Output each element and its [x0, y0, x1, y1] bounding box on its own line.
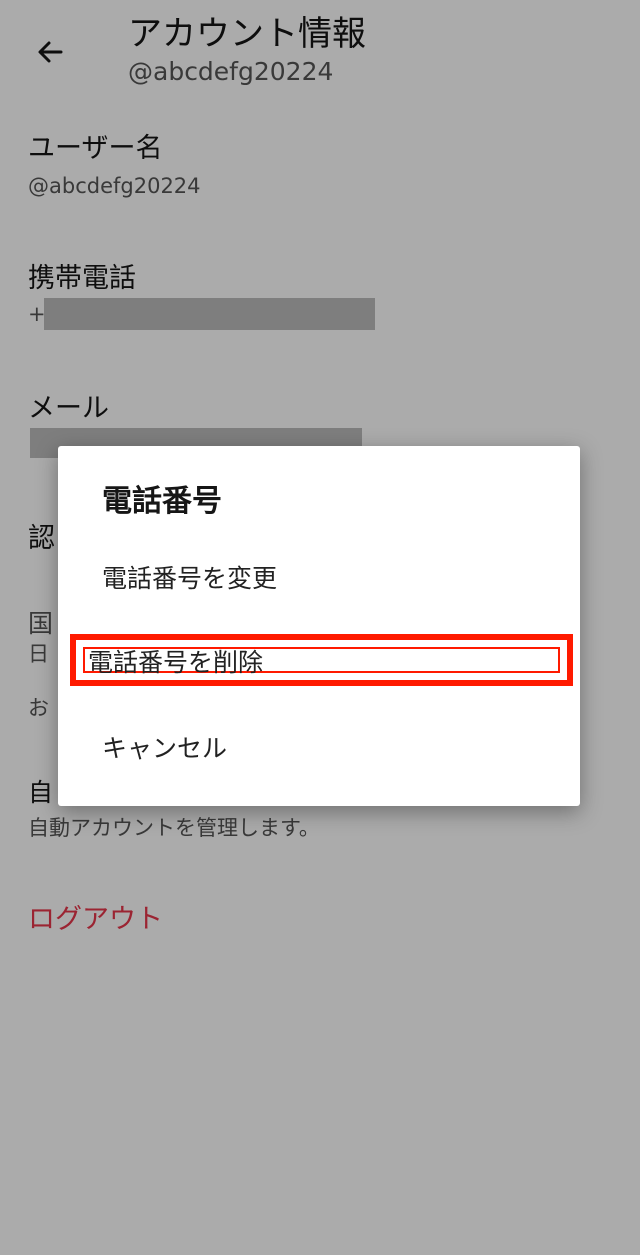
cancel-option[interactable]: キャンセル: [102, 732, 227, 766]
change-phone-option[interactable]: 電話番号を変更: [102, 562, 277, 596]
delete-phone-option[interactable]: 電話番号を削除: [88, 646, 263, 680]
dialog-title: 電話番号: [102, 484, 222, 519]
phone-number-dialog: 電話番号 電話番号を変更 電話番号を削除 キャンセル: [58, 446, 580, 806]
